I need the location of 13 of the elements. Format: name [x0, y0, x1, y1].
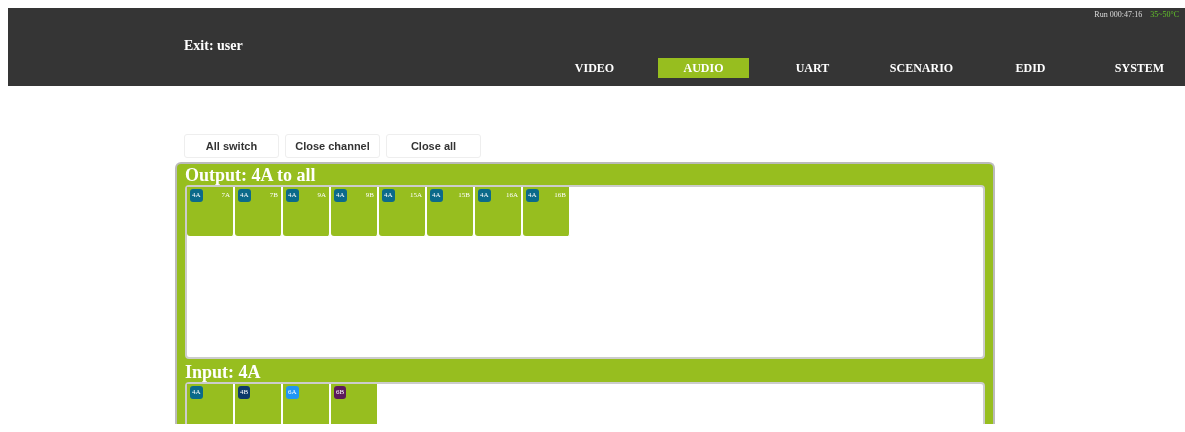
nav-tab[interactable]: UART: [767, 58, 858, 78]
exit-user-link[interactable]: Exit: user: [184, 38, 243, 54]
action-button[interactable]: Close all: [386, 134, 481, 158]
nav-tab[interactable]: VIDEO: [549, 58, 640, 78]
nav-tab[interactable]: SYSTEM: [1094, 58, 1185, 78]
action-button[interactable]: Close channel: [285, 134, 380, 158]
run-time: Run 000:47:16: [1094, 10, 1143, 20]
action-button[interactable]: All switch: [184, 134, 279, 158]
nav-tab[interactable]: SCENARIO: [876, 58, 967, 78]
nav-tab[interactable]: EDID: [985, 58, 1076, 78]
temperature: 35~50°C: [1150, 10, 1179, 20]
input-title: Input: 4A: [185, 363, 262, 382]
output-title: Output: 4A to all: [185, 166, 317, 185]
